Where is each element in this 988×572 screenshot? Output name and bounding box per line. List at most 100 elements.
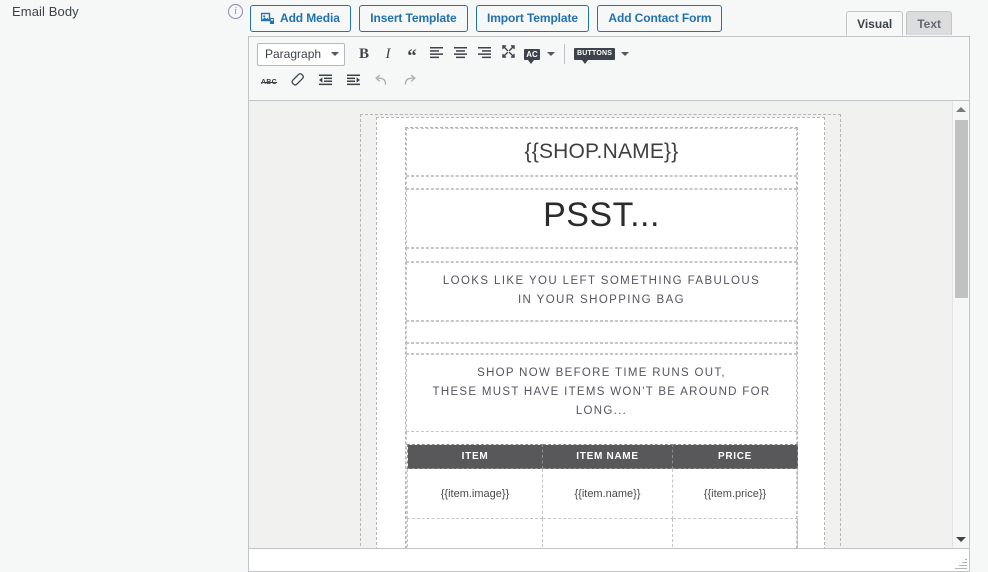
buttons-shortcode-button[interactable]: BUTTONS <box>571 42 618 66</box>
eraser-icon <box>290 72 305 92</box>
scroll-down-arrow-icon[interactable] <box>953 531 969 548</box>
urgency-line-2: THESE MUST HAVE ITEMS WON'T BE AROUND FO… <box>432 386 771 398</box>
shop-name-row[interactable]: {{SHOP.NAME}} <box>406 128 797 176</box>
tab-visual[interactable]: Visual <box>846 11 904 36</box>
page-title: Email Body <box>12 4 79 19</box>
table-row[interactable]: {{item.image}} {{item.name}} {{item.pric… <box>407 468 798 519</box>
add-contact-form-button[interactable]: Add Contact Form <box>597 5 723 32</box>
items-table-body: {{item.image}} {{item.name}} {{item.pric… <box>407 468 798 548</box>
text-color-icon: AC <box>524 48 540 64</box>
cell-empty-1[interactable] <box>407 518 543 548</box>
triangle-down-shape <box>956 537 966 542</box>
urgency-row[interactable]: SHOP NOW BEFORE TIME RUNS OUT, THESE MUS… <box>406 354 797 432</box>
editor-canvas[interactable]: {{SHOP.NAME}} PSST... LOOKS LIKE YOU LEF… <box>249 101 952 548</box>
outdent-icon <box>318 73 333 92</box>
media-images-icon <box>261 12 275 26</box>
cell-item-name[interactable]: {{item.name}} <box>542 468 673 519</box>
column-header-price: PRICE <box>672 444 798 469</box>
italic-button[interactable]: I <box>376 42 400 66</box>
text-color-button[interactable]: AC <box>520 42 544 66</box>
urgency-line-3: LONG... <box>575 405 628 417</box>
cell-empty-3[interactable] <box>672 518 798 548</box>
editor-media-row: Add Media Insert Template Import Templat… <box>248 5 970 36</box>
toolbar-row-1: Paragraph B I “ AC BUTTONS <box>253 40 965 68</box>
email-template-mid-table[interactable]: {{SHOP.NAME}} PSST... LOOKS LIKE YOU LEF… <box>376 117 825 548</box>
table-header-row: ITEM ITEM NAME PRICE <box>407 444 798 469</box>
spacer-row-2 <box>406 248 797 262</box>
content-vertical-scrollbar[interactable] <box>952 101 969 548</box>
import-template-label: Import Template <box>487 11 578 25</box>
chevron-down-icon <box>331 52 339 56</box>
insert-template-label: Insert Template <box>370 11 457 25</box>
increase-indent-button[interactable] <box>341 70 365 94</box>
redo-icon <box>402 73 417 92</box>
buttons-badge-icon: BUTTONS <box>574 48 616 64</box>
tab-text[interactable]: Text <box>906 11 952 35</box>
buttons-dropdown-toggle[interactable] <box>618 42 632 66</box>
toolbar-row-2: ABC <box>253 68 965 96</box>
strikethrough-icon: ABC <box>260 78 278 86</box>
headline-row[interactable]: PSST... <box>406 189 797 248</box>
format-select[interactable]: Paragraph <box>257 42 345 66</box>
spacer-row-4 <box>406 343 797 354</box>
align-right-icon <box>477 45 492 64</box>
table-row[interactable] <box>407 518 798 548</box>
email-template-outer-table[interactable]: {{SHOP.NAME}} PSST... LOOKS LIKE YOU LEF… <box>360 114 841 548</box>
editor-status-bar <box>248 548 970 572</box>
blockquote-icon: “ <box>407 46 417 67</box>
editor-content-area[interactable]: {{SHOP.NAME}} PSST... LOOKS LIKE YOU LEF… <box>248 100 970 548</box>
insert-template-button[interactable]: Insert Template <box>359 5 468 32</box>
items-table-head: ITEM ITEM NAME PRICE <box>407 444 798 469</box>
scroll-up-arrow-icon[interactable] <box>953 101 969 118</box>
undo-button[interactable] <box>369 70 393 94</box>
email-template-inner-table[interactable]: {{SHOP.NAME}} PSST... LOOKS LIKE YOU LEF… <box>405 127 798 548</box>
editor-mode-tabs: Visual Text <box>846 11 952 36</box>
info-circle-icon[interactable]: i <box>228 4 243 19</box>
fullscreen-button[interactable] <box>496 42 520 66</box>
fullscreen-expand-icon <box>501 44 516 64</box>
undo-icon <box>374 73 389 92</box>
subheadline-row[interactable]: LOOKS LIKE YOU LEFT SOMETHING FABULOUS I… <box>406 262 797 321</box>
triangle-up-shape <box>956 107 966 112</box>
cell-item-image[interactable]: {{item.image}} <box>407 468 543 519</box>
align-center-button[interactable] <box>448 42 472 66</box>
email-body-field-root: Email Body i Add Media Insert Template I… <box>0 0 988 572</box>
column-header-item: ITEM <box>407 444 543 469</box>
import-template-button[interactable]: Import Template <box>476 5 589 32</box>
add-media-button[interactable]: Add Media <box>250 5 351 32</box>
toolbar-separator <box>564 44 565 64</box>
subheadline-line-2: IN YOUR SHOPPING BAG <box>517 294 686 306</box>
editor-resize-handle[interactable] <box>955 557 967 569</box>
scrollbar-thumb[interactable] <box>955 120 968 298</box>
chevron-down-icon <box>547 52 555 56</box>
align-center-icon <box>453 45 468 64</box>
bold-button[interactable]: B <box>352 42 376 66</box>
add-contact-form-label: Add Contact Form <box>608 11 712 25</box>
align-right-button[interactable] <box>472 42 496 66</box>
italic-icon: I <box>385 45 391 62</box>
decrease-indent-button[interactable] <box>313 70 337 94</box>
chevron-down-icon <box>621 52 630 56</box>
strikethrough-button[interactable]: ABC <box>257 70 281 94</box>
urgency-line-1: SHOP NOW BEFORE TIME RUNS OUT, <box>477 367 726 379</box>
column-header-item-name: ITEM NAME <box>542 444 673 469</box>
blockquote-button[interactable]: “ <box>400 42 424 66</box>
items-table[interactable]: ITEM ITEM NAME PRICE {{item.image}} {{it… <box>407 444 798 548</box>
cell-empty-2[interactable] <box>542 518 673 548</box>
add-media-label: Add Media <box>280 11 340 25</box>
text-color-dropdown-toggle[interactable] <box>544 42 558 66</box>
subheadline-line-1: LOOKS LIKE YOU LEFT SOMETHING FABULOUS <box>442 275 761 287</box>
align-left-button[interactable] <box>424 42 448 66</box>
items-table-wrapper: ITEM ITEM NAME PRICE {{item.image}} {{it… <box>406 432 798 548</box>
spacer-row-3 <box>406 321 797 343</box>
clear-formatting-button[interactable] <box>285 70 309 94</box>
indent-icon <box>346 73 361 92</box>
format-select-value: Paragraph <box>265 47 322 61</box>
wysiwyg-editor: Add Media Insert Template Import Templat… <box>248 5 970 572</box>
align-left-icon <box>429 45 444 64</box>
editor-toolbar: Paragraph B I “ AC BUTTONS ABC <box>248 36 970 100</box>
cell-item-price[interactable]: {{item.price}} <box>672 468 798 519</box>
bold-icon: B <box>358 45 369 62</box>
redo-button[interactable] <box>397 70 421 94</box>
spacer-row-1 <box>406 176 797 189</box>
